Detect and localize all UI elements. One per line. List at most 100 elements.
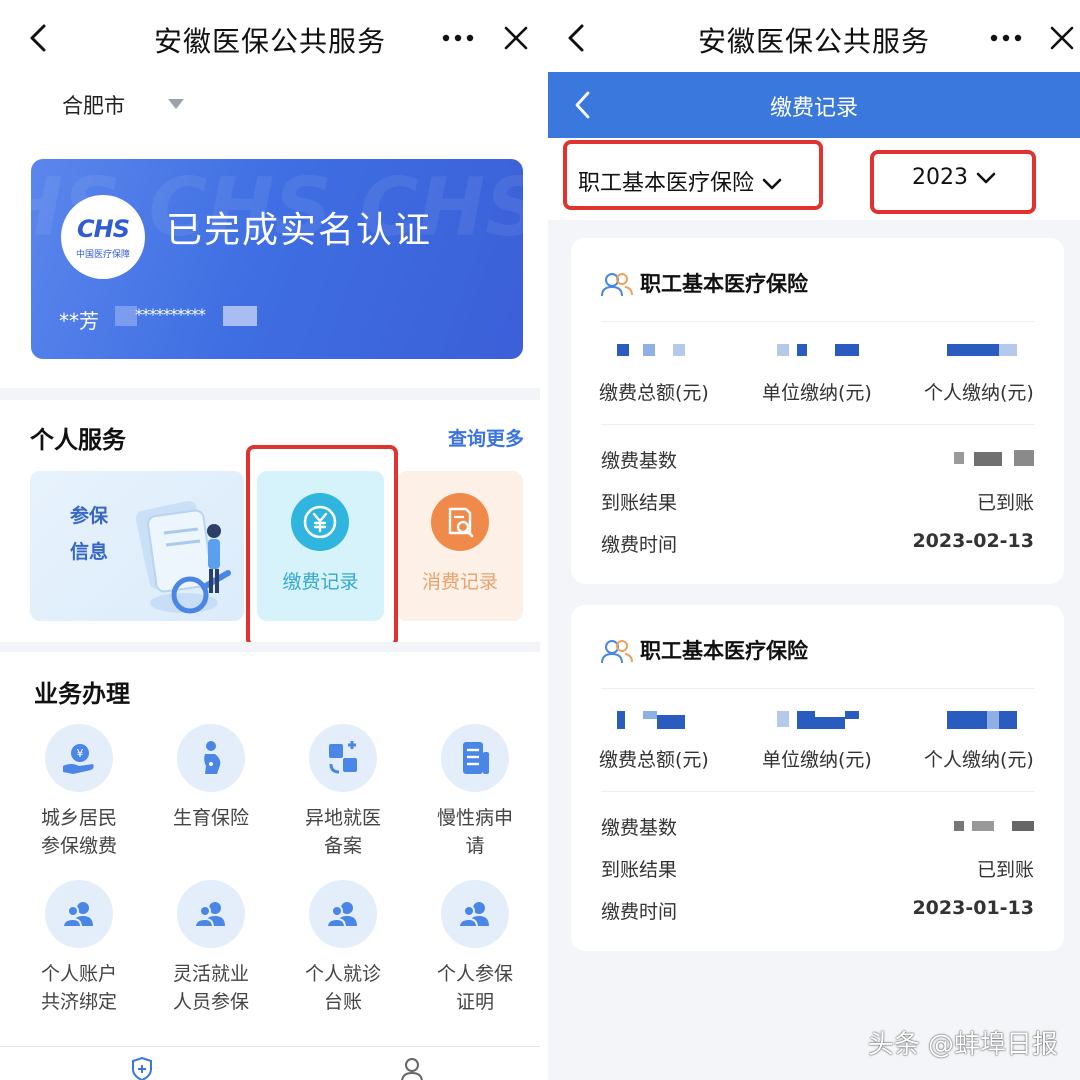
users-icon (177, 880, 245, 948)
miniapp-topbar: 安徽医保公共服务 (548, 0, 1080, 76)
close-icon[interactable] (1044, 20, 1080, 56)
user-profile-icon[interactable] (399, 1056, 425, 1080)
left-screen: 安徽医保公共服务 合肥市 CHS CHS CHS CHS 中国医疗保障 已完成实… (0, 0, 540, 1080)
col-label-personal: 个人缴纳(元) (924, 382, 1034, 404)
record-title: 职工基本医疗保险 (640, 272, 808, 296)
redaction-blur (115, 306, 137, 326)
close-icon[interactable] (498, 20, 534, 56)
biz-label-line2: 台账 (323, 991, 362, 1013)
right-screen: 安徽医保公共服务 缴费记录 职工基本医疗保险 2023 职工基本医疗保险 缴费总… (548, 0, 1080, 1080)
highlight-box-type (563, 140, 823, 210)
consume-icon-bg (431, 493, 489, 551)
identity-card[interactable]: CHS CHS CHS CHS 中国医疗保障 已完成实名认证 **芳 *****… (31, 159, 523, 359)
consumption-records-label: 消费记录 (421, 571, 498, 593)
svg-text:¥: ¥ (77, 747, 84, 760)
tabbar-divider (0, 1046, 540, 1047)
business-title: 业务办理 (34, 680, 130, 708)
logo-text: CHS (77, 215, 130, 243)
section-divider (0, 388, 540, 400)
biz-item-flexible-employment[interactable]: 灵活就业 人员参保 (151, 880, 271, 1016)
row-label-result: 到账结果 (601, 492, 678, 514)
city-selector[interactable]: 合肥市 (62, 90, 125, 120)
biz-item-remote-medical[interactable]: 异地就医 备案 (283, 724, 403, 860)
dropdown-triangle-icon[interactable] (166, 96, 186, 112)
biz-label-line1: 城乡居民 (40, 807, 117, 829)
relocate-medical-icon (309, 724, 377, 792)
page-title: 缴费记录 (769, 96, 858, 121)
row-label-time: 缴费时间 (601, 534, 678, 556)
total-amount-redacted (617, 711, 689, 729)
more-icon[interactable] (986, 20, 1026, 56)
divider (601, 688, 1034, 689)
biz-label-line2: 人员参保 (172, 991, 249, 1013)
biz-label-line1: 个人账户 (40, 963, 117, 985)
miniapp-topbar: 安徽医保公共服务 (0, 0, 540, 76)
record-title: 职工基本医疗保险 (640, 639, 808, 663)
section-divider (0, 642, 540, 652)
row-label-result: 到账结果 (601, 859, 678, 881)
redaction-blur (223, 306, 257, 326)
biz-label-line1: 灵活就业 (172, 963, 249, 985)
col-label-personal: 个人缴纳(元) (924, 749, 1034, 771)
col-label-total: 缴费总额(元) (599, 749, 709, 771)
biz-label-line2: 证明 (455, 991, 494, 1013)
biz-label-line1: 生育保险 (172, 807, 249, 829)
biz-label-line2: 共济绑定 (40, 991, 117, 1013)
users-icon (309, 880, 377, 948)
source-watermark: 头条 @蚌埠日报 (867, 1030, 1058, 1060)
result-value: 已到账 (976, 492, 1034, 514)
consumption-records-tile[interactable]: 消费记录 (397, 471, 523, 621)
payment-date: 2023-01-13 (912, 897, 1034, 919)
biz-item-maternity[interactable]: 生育保险 (151, 724, 271, 832)
divider (601, 321, 1034, 322)
biz-item-account-binding[interactable]: 个人账户 共济绑定 (19, 880, 139, 1016)
biz-label-line1: 异地就医 (304, 807, 381, 829)
users-icon (45, 880, 113, 948)
highlight-box-year (870, 150, 1036, 214)
biz-item-chronic-disease[interactable]: 慢性病申请 (415, 724, 535, 860)
chs-logo: CHS 中国医疗保障 (61, 195, 145, 279)
hand-coin-icon: ¥ (45, 724, 113, 792)
biz-label-line2: 参保缴费 (40, 835, 117, 857)
biz-item-insurance-certificate[interactable]: 个人参保 证明 (415, 880, 535, 1016)
total-amount-redacted (617, 344, 689, 358)
insurance-info-tile[interactable]: 参保 信息 (30, 471, 244, 621)
payment-record-card[interactable]: 职工基本医疗保险 缴费总额(元) 单位缴纳(元) 个人缴纳(元) 缴费基数 到账… (571, 238, 1064, 584)
masked-name: **芳 (59, 309, 99, 333)
masked-id: ********** (135, 305, 206, 324)
logo-subtext: 中国医疗保障 (75, 250, 130, 260)
biz-label-line1: 慢性病申 (436, 807, 513, 829)
payment-date: 2023-02-13 (912, 530, 1034, 552)
divider (601, 424, 1034, 425)
insurance-info-label-2: 信息 (70, 541, 109, 563)
divider (601, 791, 1034, 792)
result-value: 已到账 (976, 859, 1034, 881)
page-navbar: 缴费记录 (548, 72, 1080, 138)
users-icon (441, 880, 509, 948)
verification-status: 已完成实名认证 (166, 210, 433, 251)
row-label-base: 缴费基数 (601, 450, 678, 472)
screen-divider (540, 0, 548, 1080)
document-list-icon (441, 724, 509, 792)
base-value-redacted (954, 450, 1034, 466)
users-outline-icon (601, 273, 633, 297)
insurance-info-label-1: 参保 (70, 505, 109, 527)
biz-item-visit-ledger[interactable]: 个人就诊 台账 (283, 880, 403, 1016)
shield-plus-icon[interactable] (130, 1056, 154, 1080)
unit-amount-redacted (777, 344, 859, 358)
personal-amount-redacted (947, 711, 1017, 729)
highlight-box-payment (246, 445, 398, 647)
biz-label-line2: 备案 (323, 835, 362, 857)
personal-services-title: 个人服务 (30, 426, 126, 454)
document-search-icon (448, 507, 474, 538)
query-more-link[interactable]: 查询更多 (448, 424, 524, 451)
pregnant-icon (177, 724, 245, 792)
payment-record-card[interactable]: 职工基本医疗保险 缴费总额(元) 单位缴纳(元) 个人缴纳(元) 缴费基数 到账… (571, 605, 1064, 951)
col-label-unit: 单位缴纳(元) (762, 749, 872, 771)
row-label-base: 缴费基数 (601, 817, 678, 839)
biz-item-resident-insurance[interactable]: ¥ 城乡居民参保缴费 (19, 724, 139, 860)
more-icon[interactable] (438, 20, 478, 56)
biz-label-line1: 个人就诊 (304, 963, 381, 985)
col-label-total: 缴费总额(元) (599, 382, 709, 404)
biz-label-line1: 个人参保 (436, 963, 513, 985)
